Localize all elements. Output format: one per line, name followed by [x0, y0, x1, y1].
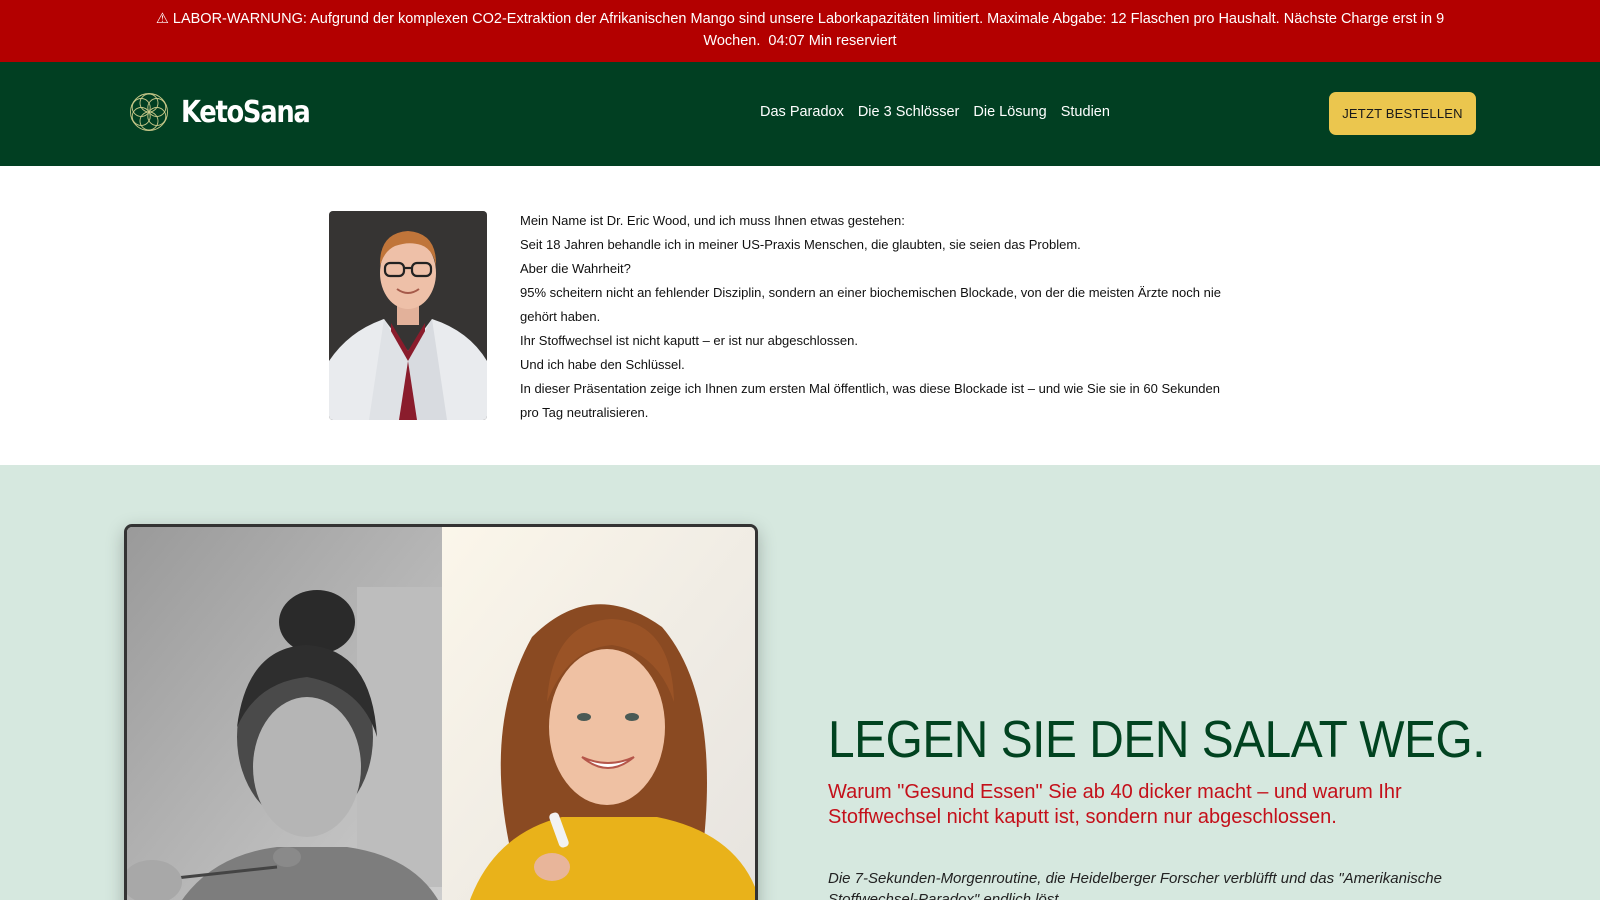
intro-line: Und ich habe den Schlüssel.	[520, 357, 685, 372]
flower-of-life-icon	[130, 93, 168, 131]
lab-warning-banner: ⚠ LABOR-WARNUNG: Aufgrund der komplexen …	[0, 0, 1600, 62]
hero-teaser: Die 7-Sekunden-Morgenroutine, die Heidel…	[828, 870, 1442, 900]
main-nav: Das Paradox Die 3 Schlösser Die Lösung S…	[760, 104, 1110, 120]
doctor-portrait	[329, 211, 487, 420]
intro-line: Ihr Stoffwechsel ist nicht kaputt – er i…	[520, 333, 858, 348]
intro-line: Seit 18 Jahren behandle ich in meiner US…	[520, 237, 1081, 252]
doctor-intro-text: Mein Name ist Dr. Eric Wood, und ich mus…	[520, 209, 1240, 425]
after-photo-woman-smiling	[442, 527, 755, 900]
brand-logo[interactable]: KetoSana	[129, 92, 330, 132]
intro-line: In dieser Präsentation zeige ich Ihnen z…	[520, 381, 1221, 420]
doctor-intro-section: Mein Name ist Dr. Eric Wood, und ich mus…	[0, 166, 1600, 465]
nav-link-paradox[interactable]: Das Paradox	[760, 104, 844, 120]
reservation-timer: 04:07 Min reserviert	[768, 33, 897, 49]
nav-link-loesung[interactable]: Die Lösung	[973, 104, 1046, 120]
hero-subheadline: Warum "Gesund Essen" Sie ab 40 dicker ma…	[828, 781, 1402, 828]
nav-link-studien[interactable]: Studien	[1061, 104, 1110, 120]
order-now-button[interactable]: JETZT BESTELLEN	[1329, 92, 1476, 135]
nav-link-schloesser[interactable]: Die 3 Schlösser	[858, 104, 960, 120]
site-header: KetoSana Das Paradox Die 3 Schlösser Die…	[0, 62, 1600, 166]
intro-line: Mein Name ist Dr. Eric Wood, und ich mus…	[520, 213, 905, 228]
before-after-image	[124, 524, 758, 900]
intro-line: Aber die Wahrheit?	[520, 261, 631, 276]
before-photo-woman-eating-salad	[127, 527, 442, 900]
intro-line: 95% scheitern nicht an fehlender Diszipl…	[520, 285, 1221, 324]
hero-section	[0, 465, 1600, 900]
hero-headline: LEGEN SIE DEN SALAT WEG.	[828, 711, 1486, 769]
brand-name: KetoSana	[181, 94, 311, 130]
